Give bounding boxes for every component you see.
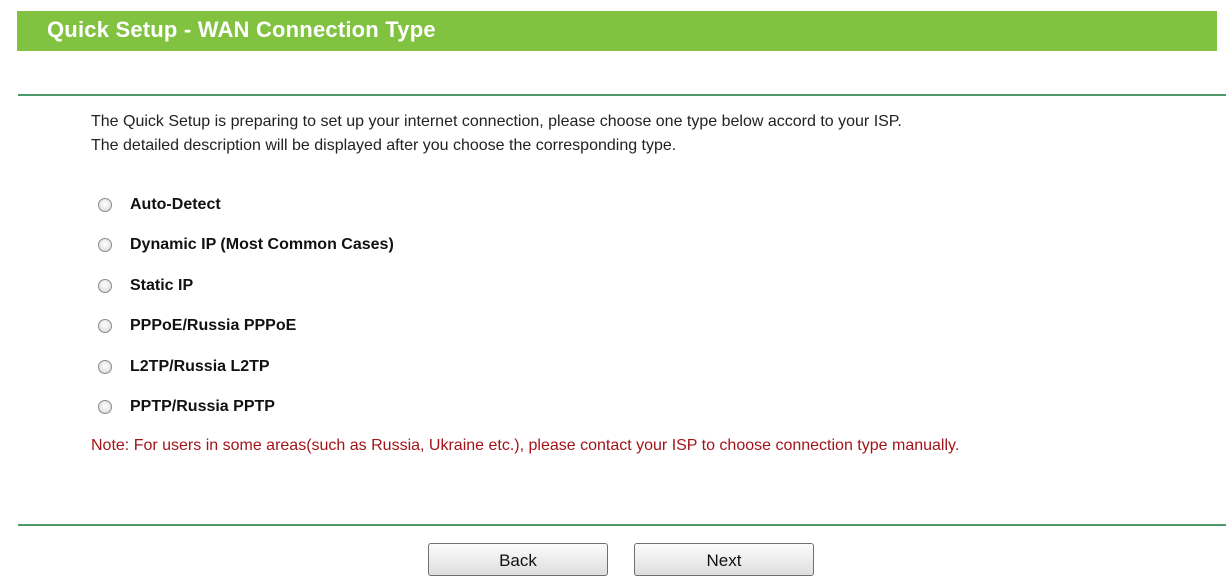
radio-static-ip[interactable] (98, 279, 112, 293)
top-divider (18, 94, 1226, 96)
option-label: L2TP/Russia L2TP (130, 358, 270, 375)
intro-line-2: The detailed description will be display… (91, 137, 677, 154)
option-dynamic-ip[interactable]: Dynamic IP (Most Common Cases) (98, 232, 394, 258)
option-label: Dynamic IP (Most Common Cases) (130, 236, 394, 253)
option-label: PPPoE/Russia PPPoE (130, 317, 297, 334)
radio-l2tp[interactable] (98, 360, 112, 374)
option-auto-detect[interactable]: Auto-Detect (98, 192, 221, 218)
page-title: Quick Setup - WAN Connection Type (47, 17, 436, 42)
option-pppoe[interactable]: PPPoE/Russia PPPoE (98, 313, 296, 339)
intro-line-1: The Quick Setup is preparing to set up y… (91, 113, 902, 130)
intro-text: The Quick Setup is preparing to set up y… (91, 110, 902, 158)
back-button[interactable]: Back (428, 543, 608, 576)
option-pptp[interactable]: PPTP/Russia PPTP (98, 394, 275, 420)
radio-auto-detect[interactable] (98, 198, 112, 212)
title-bar: Quick Setup - WAN Connection Type (17, 11, 1217, 51)
option-l2tp[interactable]: L2TP/Russia L2TP (98, 354, 270, 380)
bottom-divider (18, 524, 1226, 526)
option-label: Static IP (130, 277, 194, 294)
radio-pppoe[interactable] (98, 319, 112, 333)
next-button[interactable]: Next (634, 543, 814, 576)
note-text: Note: For users in some areas(such as Ru… (91, 437, 960, 454)
quick-setup-page: Quick Setup - WAN Connection Type The Qu… (0, 0, 1227, 585)
option-label: Auto-Detect (130, 196, 221, 213)
option-label: PPTP/Russia PPTP (130, 398, 275, 415)
option-static-ip[interactable]: Static IP (98, 273, 193, 299)
radio-pptp[interactable] (98, 400, 112, 414)
radio-dynamic-ip[interactable] (98, 238, 112, 252)
